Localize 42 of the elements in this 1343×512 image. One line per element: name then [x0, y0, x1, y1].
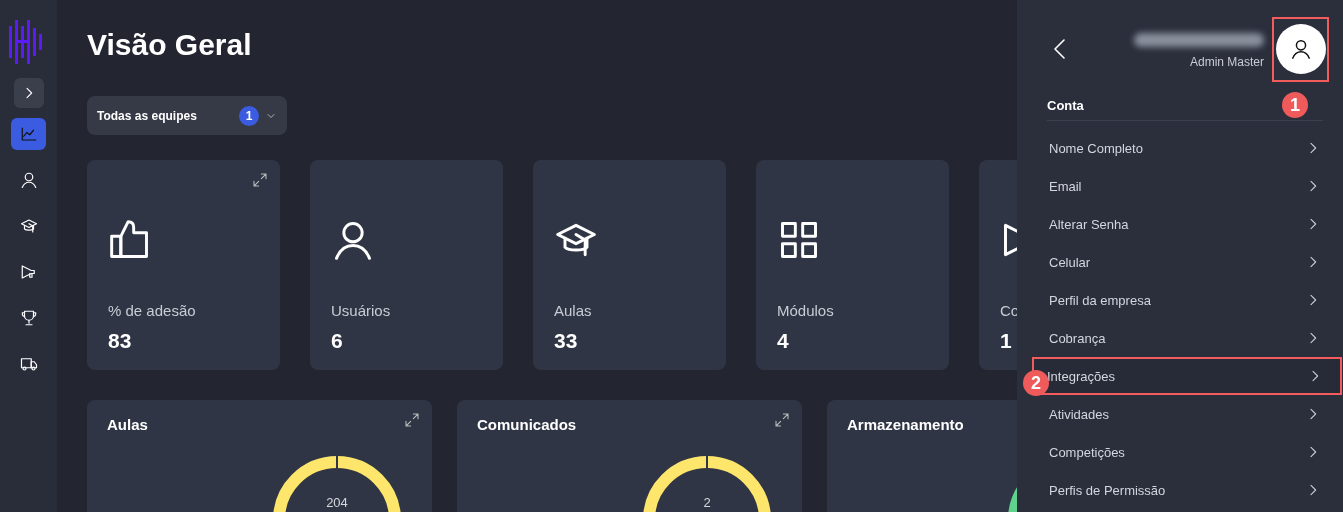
stat-value: 6	[331, 329, 343, 353]
menu-item[interactable]: Alterar Senha	[1047, 205, 1323, 243]
logo	[8, 20, 45, 64]
menu-item[interactable]: Perfil da empresa	[1047, 281, 1323, 319]
user-icon	[1289, 38, 1312, 60]
stat-label: % de adesão	[108, 302, 197, 319]
chart-title: Armazenamento	[847, 416, 965, 433]
expand-icon[interactable]	[404, 412, 420, 428]
step-badge: 1	[1282, 92, 1308, 118]
menu-item[interactable]: Competições	[1047, 433, 1323, 471]
stat-label: Aulas	[554, 302, 593, 319]
menu-item[interactable]: Perfis de Permissão	[1047, 471, 1323, 509]
truck-icon	[19, 355, 38, 373]
step-badge: 2	[1023, 370, 1049, 396]
avatar-button[interactable]	[1275, 24, 1326, 74]
menu-item[interactable]: Nome Completo	[1047, 129, 1323, 167]
menu-item[interactable]: Email	[1047, 167, 1323, 205]
chart-title: Aulas	[107, 416, 149, 433]
expand-icon[interactable]	[774, 412, 790, 428]
chart-title: Comunicados	[477, 416, 578, 433]
chart-total: 2	[702, 495, 712, 510]
trophy-icon	[19, 309, 38, 327]
stat-value: 83	[108, 329, 132, 353]
count-badge: 1	[239, 105, 259, 126]
menu-item[interactable]: Celular	[1047, 243, 1323, 281]
megaphone-icon	[19, 263, 38, 281]
page-title: Visão Geral	[87, 27, 252, 63]
stat-value: 33	[554, 329, 578, 353]
expand-button[interactable]	[13, 78, 44, 108]
stat-label: Módulos	[777, 302, 835, 319]
team-filter-dropdown[interactable]: Todas as equipes 1	[87, 96, 287, 135]
menu-item[interactable]: Atividades	[1047, 395, 1323, 433]
stat-label: Usuários	[331, 302, 392, 319]
graduation-cap-icon	[19, 217, 38, 235]
expand-icon[interactable]	[252, 172, 268, 188]
chart-total: 204	[325, 495, 349, 510]
user-icon	[19, 171, 38, 189]
stat-value: 1	[1000, 329, 1012, 353]
stat-value: 4	[777, 329, 789, 353]
menu-item[interactable]: Cobrança	[1047, 319, 1323, 357]
chart-icon	[19, 125, 38, 143]
user-role: Admin Master	[1189, 55, 1264, 69]
